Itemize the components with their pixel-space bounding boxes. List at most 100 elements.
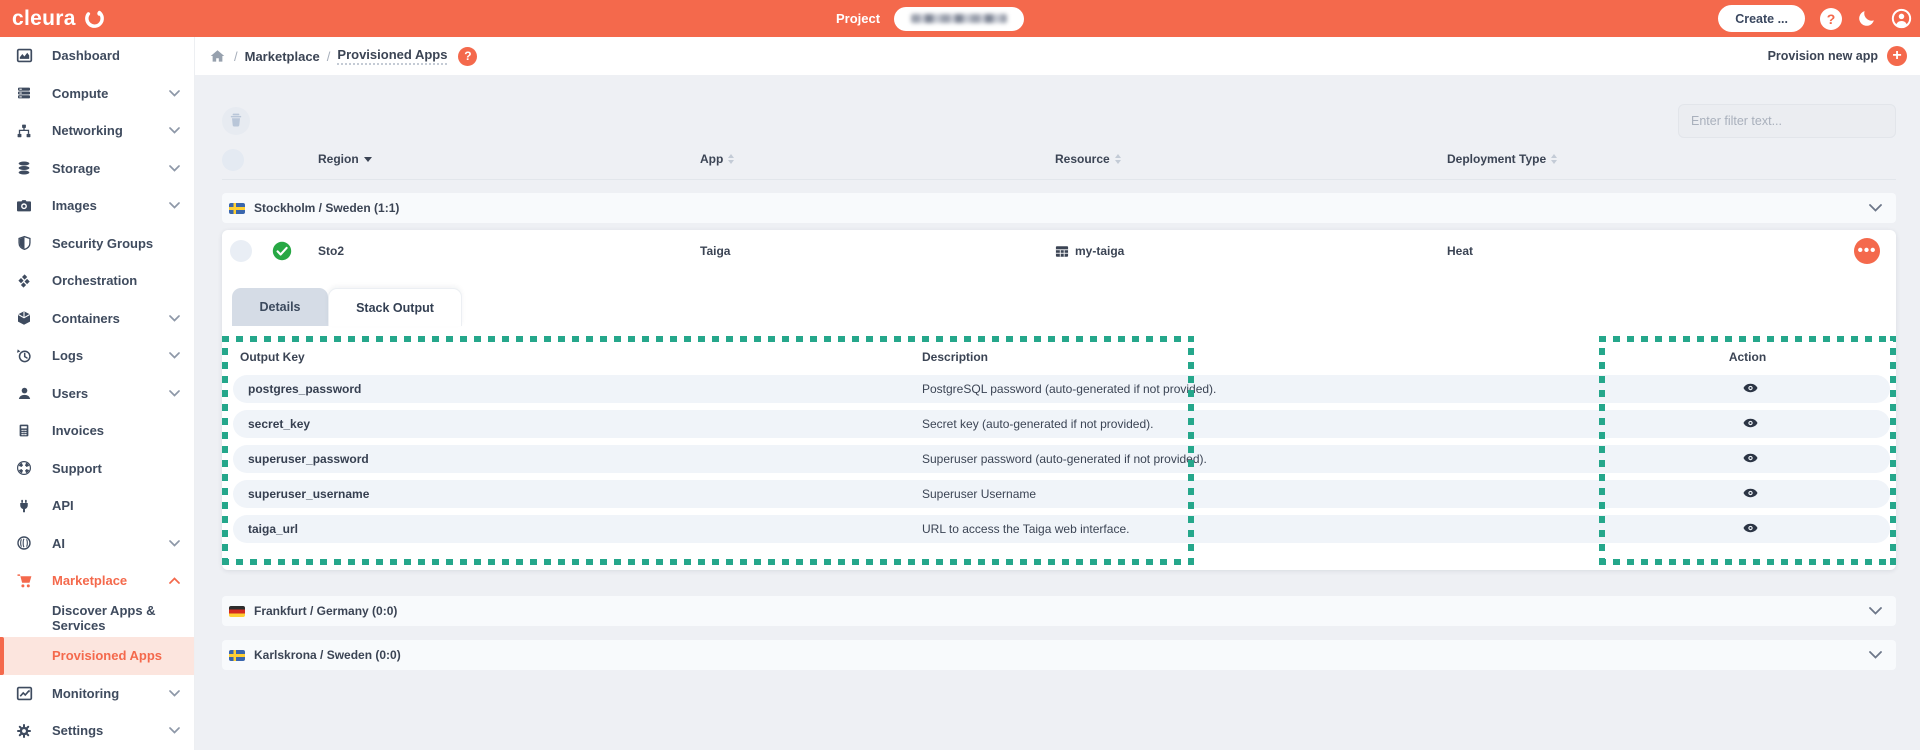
compute-icon <box>15 85 33 101</box>
sidebar: Dashboard Compute Networking Storage Ima… <box>0 37 195 750</box>
user-account-icon[interactable] <box>1891 8 1912 29</box>
output-header-key: Output Key <box>240 350 305 364</box>
sidebar-item-label: Dashboard <box>52 48 120 64</box>
sidebar-item-provisioned-apps[interactable]: Provisioned Apps <box>0 637 194 675</box>
sidebar-item-storage[interactable]: Storage <box>0 150 194 188</box>
sidebar-item-users[interactable]: Users <box>0 375 194 413</box>
sidebar-item-settings[interactable]: Settings <box>0 712 194 750</box>
create-button[interactable]: Create ... <box>1718 5 1805 32</box>
column-header-deployment-type[interactable]: Deployment Type <box>1447 152 1558 166</box>
output-row-superuser-username: superuser_username Superuser Username <box>233 480 1890 508</box>
row-actions-menu-button[interactable]: ••• <box>1854 238 1880 264</box>
storage-icon <box>15 160 33 176</box>
output-description: PostgreSQL password (auto-generated if n… <box>922 382 1217 396</box>
sidebar-item-label: Security Groups <box>52 235 154 251</box>
sidebar-item-label: Containers <box>52 310 120 326</box>
region-group-label: Karlskrona / Sweden (0:0) <box>254 648 401 662</box>
cell-deployment-type: Heat <box>1447 244 1474 258</box>
provision-new-app-label: Provision new app <box>1767 49 1878 63</box>
select-all-checkbox[interactable] <box>222 149 244 171</box>
calculator-icon <box>15 423 33 438</box>
column-header-resource[interactable]: Resource <box>1055 152 1121 166</box>
region-group-label: Frankfurt / Germany (0:0) <box>254 604 398 618</box>
sidebar-item-label: API <box>52 498 74 514</box>
breadcrumb-separator: / <box>234 48 238 64</box>
sidebar-item-marketplace[interactable]: Marketplace <box>0 562 194 600</box>
output-key: secret_key <box>248 417 311 431</box>
chevron-down-icon <box>169 689 180 697</box>
filter-input[interactable] <box>1678 104 1896 138</box>
output-description: Superuser password (auto-generated if no… <box>922 452 1207 466</box>
output-table-header: Output Key Description Action <box>222 350 1896 368</box>
reveal-value-button[interactable] <box>1738 377 1762 401</box>
chevron-down-icon <box>169 539 180 547</box>
sidebar-item-ai[interactable]: AI <box>0 525 194 563</box>
sidebar-item-security-groups[interactable]: Security Groups <box>0 225 194 263</box>
column-label: Region <box>318 152 359 166</box>
region-group-frankfurt[interactable]: Frankfurt / Germany (0:0) <box>222 596 1896 626</box>
provision-new-app-button[interactable]: Provision new app + <box>1768 46 1907 66</box>
chevron-down-icon <box>169 314 180 322</box>
orchestration-layers-icon <box>15 273 33 289</box>
chevron-down-icon <box>169 202 180 209</box>
tab-details[interactable]: Details <box>232 288 328 326</box>
home-icon[interactable] <box>210 49 225 63</box>
row-checkbox[interactable] <box>230 240 252 262</box>
column-header-app[interactable]: App <box>700 152 735 166</box>
sidebar-item-label: AI <box>52 535 65 551</box>
plug-icon <box>15 498 33 514</box>
breadcrumb: / Marketplace / Provisioned Apps ? Provi… <box>195 37 1920 75</box>
brain-icon <box>15 535 33 551</box>
sidebar-item-compute[interactable]: Compute <box>0 75 194 113</box>
project-name-pill[interactable] <box>894 6 1025 31</box>
sidebar-item-logs[interactable]: Logs <box>0 337 194 375</box>
sidebar-item-support[interactable]: Support <box>0 450 194 488</box>
sidebar-item-api[interactable]: API <box>0 487 194 525</box>
sidebar-item-label: Networking <box>52 123 123 139</box>
breadcrumb-marketplace[interactable]: Marketplace <box>245 49 320 64</box>
output-key: superuser_password <box>248 452 369 466</box>
sidebar-item-containers[interactable]: Containers <box>0 300 194 338</box>
sidebar-item-invoices[interactable]: Invoices <box>0 412 194 450</box>
output-row-superuser-password: superuser_password Superuser password (a… <box>233 445 1890 473</box>
region-group-stockholm[interactable]: Stockholm / Sweden (1:1) <box>222 193 1896 223</box>
chevron-down-icon <box>1869 607 1882 615</box>
sidebar-item-dashboard[interactable]: Dashboard <box>0 37 194 75</box>
page-help-icon[interactable]: ? <box>458 46 478 66</box>
reveal-value-button[interactable] <box>1738 447 1762 471</box>
tab-stack-output[interactable]: Stack Output <box>328 288 462 326</box>
delete-selected-button[interactable] <box>222 107 250 135</box>
sidebar-item-images[interactable]: Images <box>0 187 194 225</box>
output-description: URL to access the Taiga web interface. <box>922 522 1130 536</box>
help-icon[interactable]: ? <box>1820 7 1842 30</box>
sidebar-item-discover-apps[interactable]: Discover Apps & Services <box>0 600 194 638</box>
eye-icon <box>1742 521 1759 538</box>
column-header-region[interactable]: Region <box>318 152 372 166</box>
sidebar-item-label: Monitoring <box>52 685 120 701</box>
sidebar-item-networking[interactable]: Networking <box>0 112 194 150</box>
cell-region: Sto2 <box>318 244 345 258</box>
sidebar-item-monitoring[interactable]: Monitoring <box>0 675 194 713</box>
sweden-flag-icon <box>229 649 245 661</box>
region-group-karlskrona[interactable]: Karlskrona / Sweden (0:0) <box>222 640 1896 670</box>
sidebar-item-orchestration[interactable]: Orchestration <box>0 262 194 300</box>
sidebar-item-label: Provisioned Apps <box>52 648 163 664</box>
sort-icon <box>1114 154 1121 164</box>
chevron-down-icon <box>1869 651 1882 659</box>
reveal-value-button[interactable] <box>1738 517 1762 541</box>
status-success-icon <box>272 241 292 261</box>
chevron-down-icon <box>169 164 180 172</box>
topbar-actions: Create ... ? <box>1718 0 1912 37</box>
dark-mode-moon-icon[interactable] <box>1857 9 1876 28</box>
logo-text: cleura <box>12 6 76 30</box>
app-row-my-taiga[interactable]: Sto2 Taiga my-taiga Heat ••• <box>222 230 1896 272</box>
provisioned-apps-content: Region App Resource Deployment Type <box>195 75 1920 670</box>
sidebar-item-label: Orchestration <box>52 273 138 289</box>
gear-icon <box>15 723 33 739</box>
breadcrumb-provisioned-apps[interactable]: Provisioned Apps <box>337 47 448 65</box>
output-row-secret-key: secret_key Secret key (auto-generated if… <box>233 410 1890 438</box>
reveal-value-button[interactable] <box>1738 412 1762 436</box>
reveal-value-button[interactable] <box>1738 482 1762 506</box>
cleura-logo[interactable]: cleura <box>12 7 106 31</box>
apps-table-header: Region App Resource Deployment Type <box>222 146 1896 174</box>
